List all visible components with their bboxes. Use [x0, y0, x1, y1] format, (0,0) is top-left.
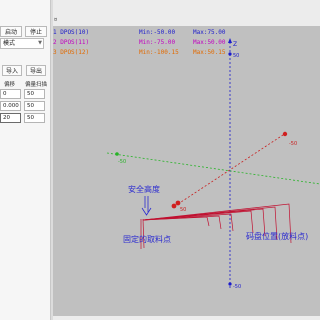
trajectory-line: [177, 132, 287, 205]
end-point: [282, 131, 288, 137]
chevron-down-icon: ▼: [38, 40, 42, 46]
z-axis-bottom-point: [228, 282, 232, 286]
mode-select-value: 模式: [3, 40, 16, 47]
table-cell[interactable]: 0.000: [0, 101, 21, 111]
stop-button[interactable]: 停止: [25, 26, 47, 37]
3d-viewport[interactable]: Z 50 -50 -50 -50 50 安全高度 固定的取料点 码盘位置(放料点…: [53, 26, 320, 316]
axis1-min: Min:-50.00: [139, 29, 176, 36]
table-header-scan: 偏量扫描: [25, 82, 48, 88]
table-cell[interactable]: 0: [0, 89, 21, 99]
axis3-max: Max:50.15: [193, 49, 226, 56]
axis-readout: 1 DPOS(10) Min:-50.00 Max:75.00 2 DPOS(1…: [53, 26, 320, 58]
y-right-label: -50: [289, 141, 297, 147]
point-mid-label: 50: [180, 207, 186, 213]
axis3-label: 3 DPOS(12): [53, 49, 90, 56]
tab-marker: ¤: [54, 17, 58, 23]
axis1-max: Max:75.00: [193, 29, 226, 36]
import-button[interactable]: 导入: [2, 65, 22, 76]
x-axis-point: [115, 152, 119, 156]
pick-point-2: [175, 200, 181, 206]
table-cell[interactable]: 20: [0, 113, 21, 123]
start-button[interactable]: 启动: [0, 26, 22, 37]
axis2-label: 2 DPOS(11): [53, 39, 90, 46]
axis3-min: Min:-100.15: [139, 49, 179, 56]
down-arrow-icon: [141, 196, 152, 216]
table-cell[interactable]: 50: [24, 89, 45, 99]
axis2-min: Min:-75.00: [139, 39, 176, 46]
z-bottom-label: -50: [233, 284, 241, 290]
left-control-panel: 启动 停止 模式 ▼ 导入 导出 偏移 偏量扫描 0 50 0.000 50 2…: [0, 0, 50, 320]
x-left-label: -50: [118, 159, 126, 165]
table-header-offset: 偏移: [4, 82, 16, 88]
axis2-max: Max:50.00: [193, 39, 226, 46]
pick-point-1: [171, 203, 177, 209]
viewport-canvas: Z 50 -50 -50 -50 50 安全高度 固定的取料点 码盘位置(放料点…: [106, 38, 320, 290]
viewport-header: ¤: [53, 0, 320, 26]
safe-height-annotation: 安全高度: [128, 184, 160, 194]
mode-select[interactable]: 模式 ▼: [0, 38, 44, 49]
table-cell[interactable]: 50: [24, 101, 45, 111]
table-cell[interactable]: 50: [24, 113, 45, 123]
export-button[interactable]: 导出: [26, 65, 46, 76]
axis1-label: 1 DPOS(10): [53, 29, 90, 36]
x-axis-line: [106, 152, 320, 185]
fixed-pick-annotation: 固定的取料点: [123, 234, 171, 244]
pallet-annotation: 码盘位置(放料点): [246, 231, 308, 241]
